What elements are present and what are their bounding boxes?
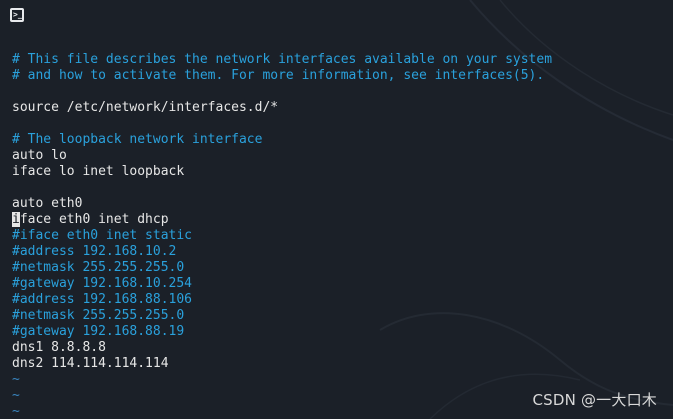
editor-empty-buffer-marker: ~	[12, 372, 20, 387]
editor-code-line: auto lo	[12, 148, 67, 163]
editor-blank-line	[12, 180, 667, 196]
editor-comment-line: #iface eth0 inet static	[12, 228, 193, 243]
editor-code-line: dns1 8.8.8.8	[12, 340, 106, 355]
editor-comment-line: #gateway 192.168.10.254	[12, 276, 193, 291]
csdn-watermark: CSDN @一大口木	[532, 391, 657, 409]
editor-code-line: iface lo inet loopback	[12, 164, 185, 179]
editor-comment-line: # The loopback network interface	[12, 132, 263, 147]
editor-code-line: dns2 114.114.114.114	[12, 356, 169, 371]
editor-blank-line	[12, 116, 667, 132]
text-cursor: i	[12, 212, 20, 227]
editor-comment-line: #netmask 255.255.255.0	[12, 308, 185, 323]
terminal-window: >_ # This file describes the network int…	[0, 0, 673, 419]
terminal-icon[interactable]: >_	[10, 8, 24, 22]
editor-comment-line: #address 192.168.88.106	[12, 292, 193, 307]
editor-comment-line: #address 192.168.10.2	[12, 244, 177, 259]
editor-blank-line	[12, 36, 667, 52]
title-bar: >_	[0, 0, 673, 32]
editor-comment-line: # This file describes the network interf…	[12, 52, 553, 67]
editor-line-text: face eth0 inet dhcp	[19, 212, 169, 227]
editor-comment-line: #gateway 192.168.88.19	[12, 324, 185, 339]
editor-code-line: source /etc/network/interfaces.d/*	[12, 100, 279, 115]
text-editor-buffer[interactable]: # This file describes the network interf…	[12, 36, 667, 419]
editor-line-with-cursor: iface eth0 inet dhcp	[12, 212, 667, 228]
editor-code-line: auto eth0	[12, 196, 83, 211]
editor-comment-line: #netmask 255.255.255.0	[12, 260, 185, 275]
editor-comment-line: # and how to activate them. For more inf…	[12, 68, 545, 83]
editor-blank-line	[12, 84, 667, 100]
